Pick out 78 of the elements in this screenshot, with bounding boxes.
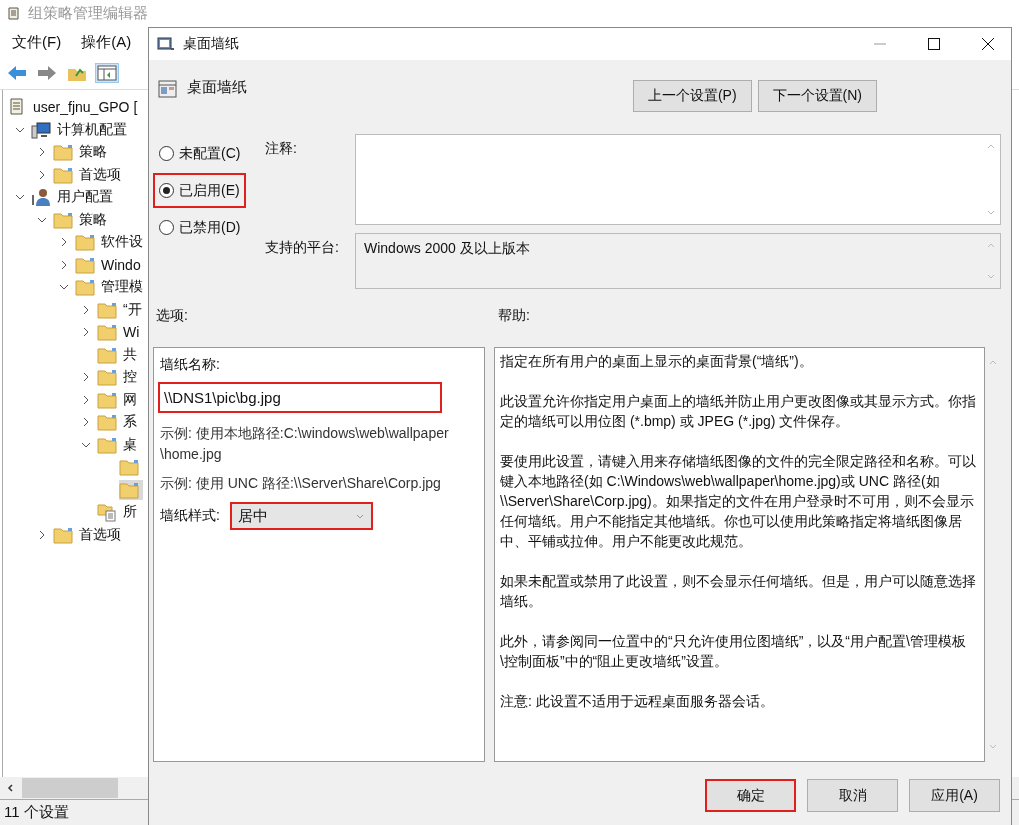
dialog-button[interactable]: 取消 xyxy=(807,779,898,812)
nav-button[interactable]: 上一个设置(P) xyxy=(632,80,752,112)
menu-item[interactable]: 操作(A) xyxy=(81,32,132,52)
expander-icon[interactable] xyxy=(81,417,91,428)
expander-icon[interactable] xyxy=(37,147,47,158)
forward-arrow-icon[interactable] xyxy=(36,64,58,82)
wallpaper-name-label: 墙纸名称: xyxy=(160,356,220,374)
example-text: 示例: 使用本地路径:C:\windows\web\wallpaper\home.jpg xyxy=(160,424,450,464)
tree-item[interactable]: 桌 xyxy=(97,434,141,455)
scroll-icon xyxy=(6,5,22,22)
expander-icon[interactable] xyxy=(81,372,91,383)
platform-field: Windows 2000 及以上版本 xyxy=(355,233,1001,289)
help-paragraph: 指定在所有用户的桌面上显示的桌面背景(“墙纸”)。 xyxy=(500,352,814,371)
tree-item[interactable]: 计算机配置 xyxy=(31,119,131,140)
computer-icon xyxy=(31,119,51,140)
folder-icon xyxy=(75,277,95,298)
folder-document-icon xyxy=(97,502,117,523)
folder-icon xyxy=(97,322,117,343)
expander-icon[interactable] xyxy=(37,169,47,180)
tree-item[interactable]: 软件设 xyxy=(75,232,147,253)
radio-option[interactable]: 未配置(C) xyxy=(153,136,247,171)
tree-item[interactable]: “开 xyxy=(97,299,146,320)
radio-option[interactable]: 已禁用(D) xyxy=(153,210,247,245)
scroll-thumb[interactable] xyxy=(22,778,118,798)
comment-label: 注释: xyxy=(265,139,298,158)
platform-label: 支持的平台: xyxy=(265,238,340,257)
expander-icon[interactable] xyxy=(37,529,47,540)
help-label: 帮助: xyxy=(498,307,530,325)
help-paragraph: 如果未配置或禁用了此设置，则不会显示任何墙纸。但是，用户可以随意选择墙纸。 xyxy=(500,572,977,611)
wallpaper-style-label: 墙纸样式: xyxy=(160,507,220,525)
dialog-button[interactable]: 确定 xyxy=(705,779,796,812)
radio-option[interactable]: 已启用(E) xyxy=(153,173,246,208)
wallpaper-style-dropdown[interactable]: 居中 xyxy=(229,502,373,530)
policy-setting-icon xyxy=(157,78,179,100)
help-paragraph: 此设置允许你指定用户桌面上的墙纸并防止用户更改图像或其显示方式。你指定的墙纸可以用位图 (*.bmp) 或 JPEG (*.jpg) 文件保存。 xyxy=(500,392,977,431)
menu-item[interactable]: 文件(F) xyxy=(12,32,62,52)
tree-item[interactable]: 首选项 xyxy=(53,524,125,545)
setting-name: 桌面墙纸 xyxy=(187,78,247,97)
tree-item[interactable]: 管理模 xyxy=(75,277,147,298)
folder-icon xyxy=(53,142,73,163)
folder-icon xyxy=(97,412,117,433)
window-title: 组策略管理编辑器 xyxy=(28,4,148,23)
expander-icon[interactable] xyxy=(81,327,91,338)
folder-icon xyxy=(97,367,117,388)
tree-item[interactable]: Wi xyxy=(97,322,144,343)
pane-toggle-icon[interactable] xyxy=(96,64,118,82)
tree-item[interactable]: 策略 xyxy=(53,142,111,163)
tree-item[interactable]: 策略 xyxy=(53,209,111,230)
folder-icon xyxy=(75,232,95,253)
user-icon xyxy=(31,187,51,208)
tree-item[interactable]: 首选项 xyxy=(53,164,125,185)
help-paragraph: 此外，请参阅同一位置中的“只允许使用位图墙纸”，以及“用户配置\管理模板\控制面板”中的“阻止更改墙纸”设置。 xyxy=(500,632,967,671)
help-paragraph: 要使用此设置，请键入用来存储墙纸图像的文件的完全限定路径和名称。可以键入本地路径(如 C:\Windows\web\wallpaper\home.jpg)或 UNC 路径(如 \\Server\Share\Corp.jpg)。如果指定的文件在用户登录时不可用，则不会显示任何墙纸。用户不能指定其他墙纸。你也可以使用此策略指定将墙纸图像居中、平铺或拉伸。用户不能更改此规范。 xyxy=(500,452,977,551)
settings-window-icon xyxy=(157,35,175,53)
tree-item[interactable]: 用户配置 xyxy=(31,187,117,208)
tree-item[interactable]: user_fjnu_GPO [ xyxy=(7,97,142,118)
nav-button[interactable]: 下一个设置(N) xyxy=(757,80,877,112)
tree-item[interactable] xyxy=(119,479,143,500)
expander-icon[interactable] xyxy=(59,237,69,248)
expander-icon[interactable] xyxy=(81,394,91,405)
example-text: 示例: 使用 UNC 路径:\\Server\Share\Corp.jpg xyxy=(160,474,442,493)
tree-item[interactable]: 网 xyxy=(97,389,141,410)
expander-icon[interactable] xyxy=(81,304,91,315)
tree-item[interactable]: 共 xyxy=(97,344,141,365)
status-text: 11 个设置 xyxy=(4,803,69,822)
dialog-title: 桌面墙纸 xyxy=(183,35,239,53)
wallpaper-path-field[interactable]: \\DNS1\pic\bg.jpg xyxy=(158,382,442,413)
folder-icon xyxy=(119,457,139,478)
back-arrow-icon[interactable] xyxy=(6,64,28,82)
scroll-left-icon[interactable] xyxy=(6,783,16,793)
expander-icon[interactable] xyxy=(59,259,69,270)
tree-item[interactable]: 系 xyxy=(97,412,141,433)
help-paragraph: 注意: 此设置不适用于远程桌面服务器会话。 xyxy=(500,692,775,711)
tree-item[interactable]: 控 xyxy=(97,367,141,388)
dialog-button[interactable]: 应用(A) xyxy=(909,779,1000,812)
options-label: 选项: xyxy=(155,307,189,325)
tree-item[interactable]: 所 xyxy=(97,502,141,523)
tree-item[interactable]: Windo xyxy=(75,254,145,275)
